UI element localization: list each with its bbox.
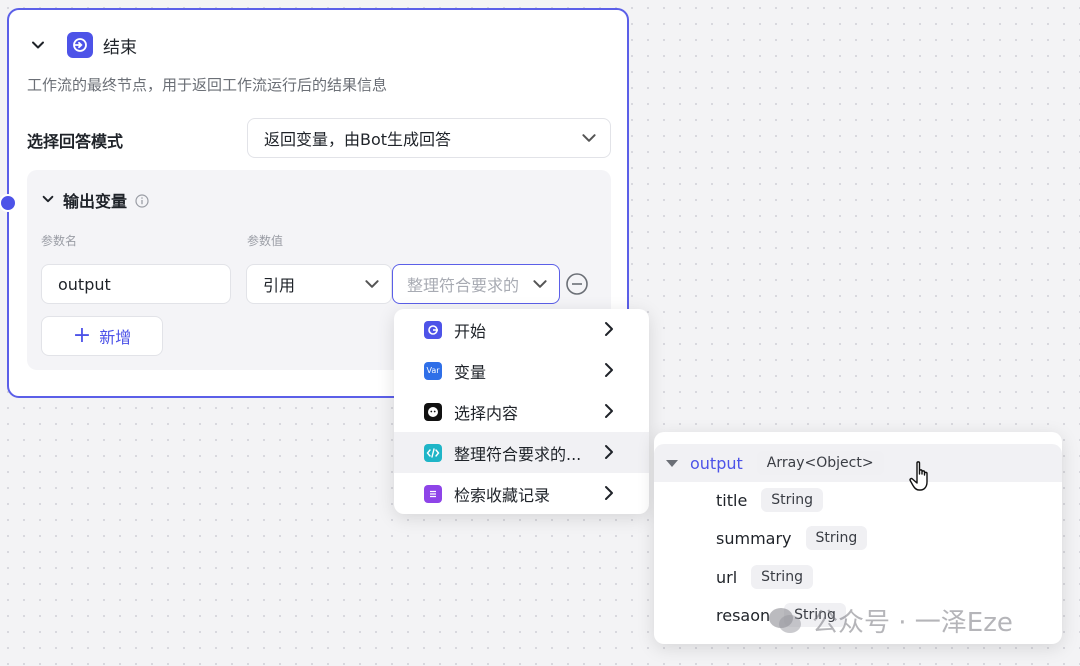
variable-select[interactable]: 整理符合要求的 (392, 264, 560, 304)
ref-type-value: 引用 (263, 276, 296, 295)
field-row-url[interactable]: url String (654, 558, 1062, 596)
menu-item-label: 变量 (454, 362, 487, 382)
field-name: title (716, 490, 748, 510)
menu-item-label: 选择内容 (454, 403, 519, 423)
param-value-header: 参数值 (247, 234, 284, 248)
chevron-right-icon (603, 362, 615, 382)
menu-item-start[interactable]: 开始 (394, 309, 649, 350)
type-tag: Array<Object> (756, 451, 884, 475)
field-name: summary (716, 528, 792, 548)
add-variable-label: 新增 (99, 328, 132, 347)
answer-mode-value: 返回变量，由Bot生成回答 (264, 130, 452, 149)
menu-item-label: 整理符合要求的... (454, 444, 582, 464)
field-row-output[interactable]: output Array<Object> (654, 444, 1062, 482)
type-tag: String (751, 565, 813, 589)
info-icon[interactable] (135, 193, 149, 208)
field-row-summary[interactable]: summary String (654, 519, 1062, 557)
start-icon (424, 320, 442, 339)
wechat-icon (768, 606, 802, 636)
node-header: 结束 (27, 30, 137, 60)
plus-icon: + (72, 323, 92, 348)
menu-item-variable[interactable]: Var 变量 (394, 350, 649, 391)
menu-item-code[interactable]: 整理符合要求的... (394, 432, 649, 473)
field-row-title[interactable]: title String (654, 481, 1062, 519)
field-name: resaon (716, 605, 771, 625)
hand-cursor-icon (908, 460, 936, 498)
var-icon: Var (424, 361, 442, 380)
chevron-down-icon (363, 275, 381, 297)
chevron-right-icon (603, 403, 615, 423)
param-name-header: 参数名 (41, 234, 78, 248)
answer-mode-label: 选择回答模式 (27, 132, 124, 151)
variable-source-dropdown: 开始 Var 变量 选择内容 整理符合要求的... 检索收藏记录 (394, 309, 649, 514)
watermark-text: 公众号 · 一泽Eze (812, 608, 1013, 638)
list-icon (424, 484, 442, 503)
triangle-down-icon[interactable] (666, 459, 678, 467)
field-name: url (716, 567, 738, 587)
type-tag: String (805, 526, 868, 550)
type-tag: String (761, 488, 824, 512)
menu-item-search-favorites[interactable]: 检索收藏记录 (394, 473, 649, 514)
chevron-right-icon (603, 444, 615, 464)
field-name: output (690, 453, 743, 473)
menu-item-select-content[interactable]: 选择内容 (394, 391, 649, 432)
chevron-down-icon[interactable] (41, 191, 55, 210)
ref-type-select[interactable]: 引用 (246, 264, 392, 304)
add-variable-button[interactable]: + 新增 (41, 316, 163, 356)
chevron-down-icon (580, 129, 598, 151)
remove-circle-icon[interactable] (565, 272, 589, 296)
chevron-down-icon[interactable] (27, 34, 49, 56)
code-icon (424, 443, 442, 462)
param-name-input[interactable]: output (41, 264, 231, 304)
answer-mode-select[interactable]: 返回变量，由Bot生成回答 (247, 118, 611, 158)
output-variables-title: 输出变量 (63, 192, 128, 211)
chevron-right-icon (603, 321, 615, 341)
menu-item-label: 检索收藏记录 (454, 485, 551, 505)
node-title: 结束 (103, 37, 137, 58)
chevron-down-icon (531, 275, 549, 297)
end-node-icon (67, 32, 93, 58)
output-variables-header[interactable]: 输出变量 (41, 188, 149, 212)
menu-item-label: 开始 (454, 321, 487, 341)
node-description: 工作流的最终节点，用于返回工作流运行后的结果信息 (27, 76, 388, 94)
bot-icon (424, 402, 442, 421)
watermark: 公众号 · 一泽Eze (768, 602, 1013, 639)
variable-select-placeholder: 整理符合要求的 (407, 276, 519, 295)
chevron-right-icon (603, 485, 615, 505)
